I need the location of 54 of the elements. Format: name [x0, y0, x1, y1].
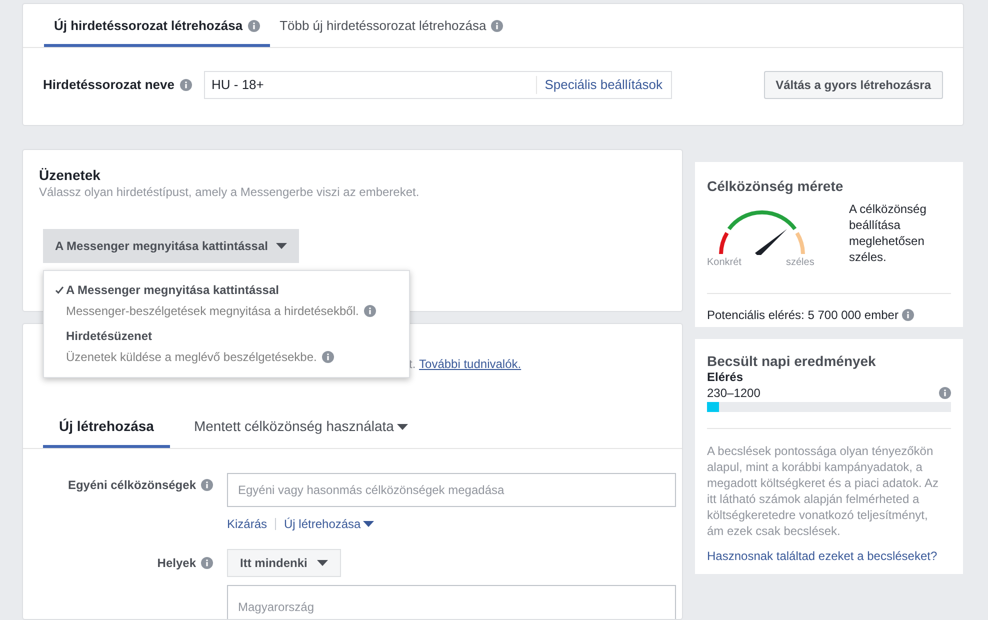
- tab-label: Mentett célközönség használata: [194, 417, 394, 436]
- info-icon[interactable]: [180, 79, 192, 91]
- option-description: Üzenetek küldése a meglévő beszélgetésekbe.: [66, 348, 317, 366]
- tab[interactable]: Új hirdetéssorozat létrehozása: [44, 4, 270, 47]
- tab-label: Új hirdetéssorozat létrehozása: [54, 16, 243, 35]
- section-subtitle: Válassz olyan hirdetéstípust, amely a Messengerbe viszi az embereket.: [39, 184, 420, 200]
- location-field[interactable]: Magyarország: [227, 585, 676, 619]
- info-icon[interactable]: [902, 309, 914, 321]
- option-description: Messenger-beszélgetések megnyitása a hirdetésekből.: [66, 302, 359, 320]
- gauge-label: Konkrét: [707, 256, 742, 270]
- tab-label: Több új hirdetéssorozat létrehozása: [280, 16, 486, 35]
- info-icon[interactable]: [364, 304, 376, 316]
- tab[interactable]: Több új hirdetéssorozat létrehozása: [270, 4, 514, 47]
- caret-icon: [362, 521, 374, 527]
- ad-type-dropdown[interactable]: A Messenger megnyitása kattintással: [43, 229, 299, 263]
- info-icon[interactable]: [201, 479, 213, 491]
- tab[interactable]: Új létrehozása: [43, 405, 170, 448]
- card-title: Célközönség mérete: [707, 177, 844, 196]
- caret-icon: [317, 560, 328, 566]
- create-new-link[interactable]: Új létrehozása: [284, 515, 374, 533]
- section-subtitle: t.: [409, 356, 416, 372]
- advanced-settings-link[interactable]: Speciális beállítások: [536, 75, 670, 95]
- info-icon[interactable]: [322, 350, 334, 362]
- exclude-link[interactable]: Kizárás: [227, 515, 268, 533]
- reach-range: 230–1200: [707, 385, 760, 401]
- menu-option[interactable]: A Messenger megnyitása kattintással Messenger-beszélgetések megnyitása a hirdetésekből.: [44, 278, 409, 324]
- feedback-link[interactable]: Hasznosnak találtad ezeket a becsléseket?: [707, 547, 951, 565]
- tab[interactable]: Mentett célközönség használata: [178, 405, 424, 448]
- quick-create-button[interactable]: Váltás a gyors létrehozásra: [764, 71, 943, 99]
- input-value: HU - 18+: [210, 76, 265, 94]
- info-icon[interactable]: [248, 20, 260, 32]
- caret-icon: [276, 243, 287, 249]
- field-label: Helyek: [157, 555, 196, 572]
- tab-label: Új létrehozása: [59, 417, 154, 436]
- caret-icon: [396, 424, 408, 430]
- field-label: Hirdetéssorozat neve: [43, 76, 174, 94]
- field-label: Egyéni célközönségek: [68, 477, 196, 494]
- estimate-note: A becslések pontossága olyan tényezőkön alapul, mint a korábbi kampányadatok, a megadott költségkeret és a piaci adatok. Az itt látható számok alapján felmérheted a költségkeretedre vonatkozó teljesítményt, ám ezek csak becslések.: [707, 443, 940, 539]
- section-title: Üzenetek: [39, 166, 102, 184]
- info-icon[interactable]: [201, 557, 213, 569]
- option-label: A Messenger megnyitása kattintással: [66, 282, 279, 299]
- potential-reach: Potenciális elérés: 5 700 000 ember: [707, 307, 898, 324]
- card-title: Becsült napi eredmények: [707, 352, 877, 370]
- custom-audience-field[interactable]: Egyéni vagy hasonmás célközönségek megadása: [227, 473, 676, 507]
- info-icon[interactable]: [939, 387, 951, 399]
- name-input[interactable]: HU - 18+ Speciális beállítások: [204, 71, 672, 99]
- location-dropdown[interactable]: Itt mindenki: [227, 549, 342, 577]
- option-label: Hirdetésüzenet: [66, 328, 152, 345]
- audience-summary: A célközönség beállítása meglehetősen széles.: [849, 201, 928, 266]
- metric-label: Elérés: [707, 370, 744, 385]
- gauge-label: széles: [786, 256, 814, 270]
- learn-more-link[interactable]: További tudnivalók.: [419, 356, 522, 372]
- info-icon[interactable]: [491, 20, 504, 32]
- menu-option[interactable]: Hirdetésüzenet Üzenetek küldése a meglévő beszélgetésekbe.: [44, 324, 409, 370]
